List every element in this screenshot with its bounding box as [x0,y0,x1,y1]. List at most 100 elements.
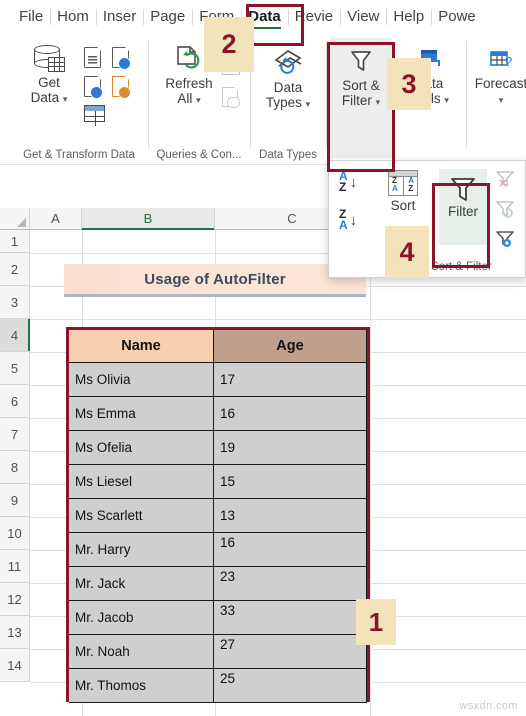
table-cell-name[interactable]: Ms Emma [69,397,214,431]
sort-desc-bottom-letter: A [339,218,348,232]
ribbon-group-data-types: Data Types ▾ Data Types [252,35,324,163]
refresh-all-label-2: All ▾ [156,91,222,108]
data-types-icon [274,49,302,74]
column-header-b[interactable]: B [82,208,215,230]
chevron-down-icon[interactable]: ▾ [196,95,201,105]
highlight-sort-filter-group [327,42,395,172]
row-header-8[interactable]: 8 [0,451,30,484]
get-data-button[interactable]: Get Data ▾ [18,45,80,107]
row-header-12[interactable]: 12 [0,583,30,616]
callout-3: 3 [387,58,431,110]
ribbon-tab-powe[interactable]: Powe [431,4,483,30]
row-header-7[interactable]: 7 [0,418,30,451]
ribbon-tab-view[interactable]: View [340,4,386,30]
row-header-10[interactable]: 10 [0,517,30,550]
callout-3-label: 3 [401,68,417,99]
row-header-6[interactable]: 6 [0,385,30,418]
select-all-corner[interactable] [0,208,30,229]
chevron-down-icon[interactable]: ▾ [63,94,68,104]
group-label-get-transform: Get & Transform Data [23,149,135,161]
table-cell-name[interactable]: Mr. Jacob [69,601,214,635]
callout-2: 2 [204,17,254,72]
data-types-button[interactable]: Data Types ▾ [254,47,322,112]
row-header-1[interactable]: 1 [0,230,30,253]
title-banner-text: Usage of AutoFilter [144,270,286,288]
table-cell-age[interactable]: 13 [214,499,367,533]
row-header-3[interactable]: 3 [0,286,30,319]
from-table-range-icon[interactable] [112,75,131,99]
table-cell-name[interactable]: Ms Ofelia [69,431,214,465]
from-text-csv-icon[interactable] [84,46,102,68]
column-header-a-label: A [51,211,60,226]
table-cell-age[interactable]: 25 [214,669,367,703]
from-web-icon[interactable] [84,75,103,99]
refresh-all-icon [177,46,200,69]
ribbon-tab-file[interactable]: File [12,4,50,30]
column-header-c-label: C [287,211,297,226]
row-header-14[interactable]: 14 [0,649,30,682]
chevron-down-icon[interactable]: ▾ [444,95,449,105]
table-cell-name[interactable]: Mr. Noah [69,635,214,669]
table-cell-age[interactable]: 16 [214,533,367,567]
sort-dialog-button[interactable]: Z A A Z Sort [381,170,425,213]
ribbon-tab-inser[interactable]: Inser [95,4,143,30]
advanced-filter-button[interactable] [495,229,519,254]
get-data-label-1: Get [38,75,60,90]
sort-a-to-z-icon: A Z [339,170,348,193]
sort-ascending-button[interactable]: A Z ↓ [339,170,373,193]
callout-4-label: 4 [399,236,415,267]
table-cell-age[interactable]: 19 [214,431,367,465]
table-cell-name[interactable]: Ms Scarlett [69,499,214,533]
sort-descending-button[interactable]: Z A ↓ [339,208,373,232]
title-banner[interactable]: Usage of AutoFilter [64,264,366,294]
ribbon-tab-hom[interactable]: Hom [50,4,96,30]
reapply-filter-button[interactable] [495,199,519,224]
ribbon-tab-page[interactable]: Page [143,4,192,30]
data-table: Name Age Ms Olivia 17 Ms Emma 16 Ms Ofelia 19 Ms… [66,327,370,703]
row-header-5[interactable]: 5 [0,352,30,385]
table-cell-age[interactable]: 16 [214,397,367,431]
row-header-9[interactable]: 9 [0,484,30,517]
edit-links-icon[interactable] [222,86,240,108]
forecast-chevron-row: ▾ [470,91,526,108]
row-header-11[interactable]: 11 [0,550,30,583]
sort-box-a: A [392,184,398,193]
table-cell-name[interactable]: Ms Liesel [69,465,214,499]
refresh-all-label-1: Refresh [165,76,213,91]
table-cell-age[interactable]: 23 [214,567,367,601]
data-types-label-1: Data [273,80,303,95]
chevron-down-icon[interactable]: ▾ [306,99,311,109]
clear-filter-icon [496,171,514,187]
table-cell-age[interactable]: 15 [214,465,367,499]
row-header-13[interactable]: 13 [0,616,30,649]
table-cell-age[interactable]: 33 [214,601,367,635]
row-header-4[interactable]: 4 [0,319,30,352]
reapply-filter-icon [496,201,514,218]
svg-text:?: ? [505,54,512,69]
callout-4: 4 [385,226,429,278]
highlight-filter-button [432,183,490,268]
highlight-data-tab [246,4,304,46]
table-cell-age[interactable]: 17 [214,363,367,397]
table-cell-name[interactable]: Mr. Jack [69,567,214,601]
watermark: wsxdn.com [459,700,518,712]
table-cell-age[interactable]: 27 [214,635,367,669]
table-header-name[interactable]: Name [69,330,214,363]
table-cell-name[interactable]: Mr. Thomos [69,669,214,703]
get-data-icon [34,45,65,72]
row-header-2[interactable]: 2 [0,253,30,286]
chevron-down-icon[interactable]: ▾ [499,95,504,105]
grid-line-horizontal [30,319,526,320]
table-header-age[interactable]: Age [214,330,367,363]
ribbon-tab-help[interactable]: Help [386,4,431,30]
group-label-queries: Queries & Con... [156,149,242,161]
callout-2-label: 2 [221,29,237,59]
clear-filter-button[interactable] [495,169,519,194]
table-cell-name[interactable]: Ms Olivia [69,363,214,397]
forecast-sheet-icon: ? [490,51,512,69]
column-header-a[interactable]: A [30,208,82,229]
forecast-button[interactable]: ? Forecast ▾ [470,49,526,108]
from-web-recent-icon[interactable] [112,46,131,70]
existing-connections-icon[interactable] [84,105,105,126]
table-cell-name[interactable]: Mr. Harry [69,533,214,567]
